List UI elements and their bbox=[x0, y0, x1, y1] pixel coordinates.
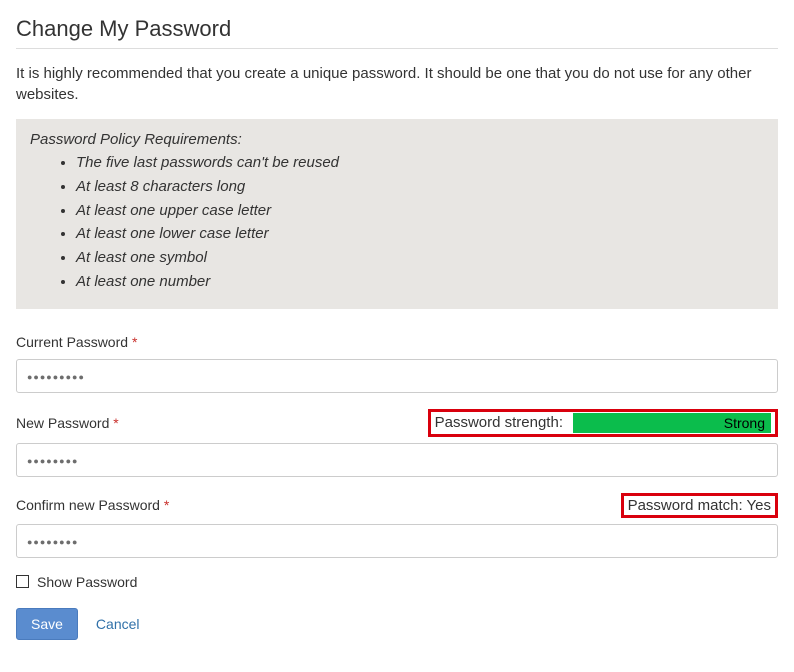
new-password-label-text: New Password bbox=[16, 415, 109, 431]
new-password-label: New Password * bbox=[16, 415, 119, 431]
current-password-group: Current Password * ●●●●●●●●● bbox=[16, 331, 778, 393]
cancel-link[interactable]: Cancel bbox=[96, 616, 140, 632]
password-strength-label: Password strength: bbox=[435, 414, 563, 431]
button-row: Save Cancel bbox=[16, 608, 778, 640]
new-password-input[interactable]: ●●●●●●●● bbox=[16, 443, 778, 477]
confirm-password-group: Confirm new Password * Password match: Y… bbox=[16, 493, 778, 558]
policy-item: At least one number bbox=[76, 271, 764, 293]
new-password-group: New Password * Password strength: Strong… bbox=[16, 409, 778, 477]
policy-item: At least 8 characters long bbox=[76, 176, 764, 198]
required-mark: * bbox=[164, 497, 169, 513]
page-title: Change My Password bbox=[16, 16, 778, 42]
confirm-password-input[interactable]: ●●●●●●●● bbox=[16, 524, 778, 558]
policy-item: At least one lower case letter bbox=[76, 223, 764, 245]
confirm-password-label-text: Confirm new Password bbox=[16, 497, 160, 513]
show-password-row: Show Password bbox=[16, 574, 778, 590]
current-password-input[interactable]: ●●●●●●●●● bbox=[16, 359, 778, 393]
password-strength-meter: Strong bbox=[573, 413, 771, 433]
show-password-checkbox[interactable] bbox=[16, 575, 29, 588]
password-match-callout: Password match: Yes bbox=[621, 493, 778, 518]
show-password-label[interactable]: Show Password bbox=[37, 574, 137, 590]
required-mark: * bbox=[113, 415, 118, 431]
confirm-password-label: Confirm new Password * bbox=[16, 497, 169, 513]
intro-text: It is highly recommended that you create… bbox=[16, 63, 778, 105]
policy-item: At least one symbol bbox=[76, 247, 764, 269]
required-mark: * bbox=[132, 334, 137, 350]
policy-heading: Password Policy Requirements: bbox=[30, 131, 764, 148]
policy-box: Password Policy Requirements: The five l… bbox=[16, 119, 778, 309]
current-password-label: Current Password * bbox=[16, 334, 137, 350]
current-password-label-text: Current Password bbox=[16, 334, 128, 350]
password-match-text: Password match: Yes bbox=[628, 497, 771, 514]
policy-list: The five last passwords can't be reused … bbox=[30, 152, 764, 293]
password-strength-callout: Password strength: Strong bbox=[428, 409, 778, 437]
password-strength-value: Strong bbox=[724, 415, 765, 431]
policy-item: At least one upper case letter bbox=[76, 200, 764, 222]
policy-item: The five last passwords can't be reused bbox=[76, 152, 764, 174]
save-button[interactable]: Save bbox=[16, 608, 78, 640]
title-divider bbox=[16, 48, 778, 49]
